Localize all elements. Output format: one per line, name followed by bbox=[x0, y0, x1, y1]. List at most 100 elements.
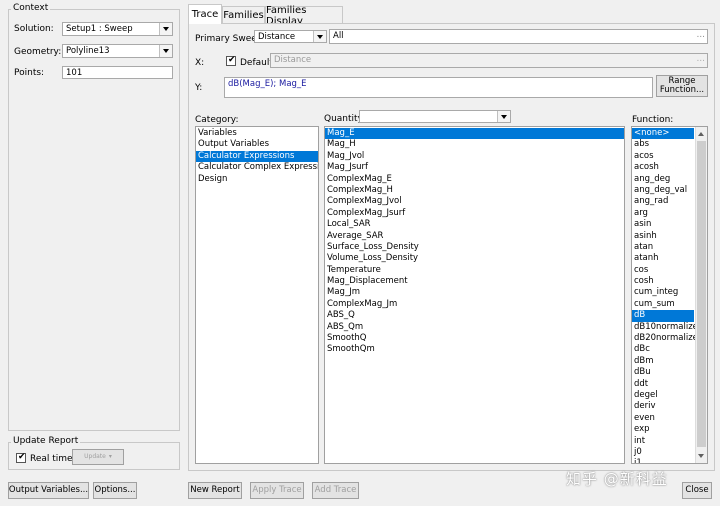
check-icon: ✔ bbox=[228, 55, 236, 65]
scrollbar-thumb[interactable] bbox=[697, 141, 706, 447]
function-item[interactable]: cos bbox=[632, 265, 694, 276]
apply-trace-button: Apply Trace bbox=[250, 482, 304, 499]
function-item[interactable]: cum_integ bbox=[632, 287, 694, 298]
quantity-item[interactable]: Mag_Jm bbox=[325, 287, 624, 298]
function-item[interactable]: <none> bbox=[632, 128, 694, 140]
function-item[interactable]: acos bbox=[632, 151, 694, 162]
function-item[interactable]: cum_sum bbox=[632, 299, 694, 310]
quantity-item[interactable]: Temperature bbox=[325, 265, 624, 276]
scroll-up-icon[interactable] bbox=[696, 129, 707, 139]
function-item[interactable]: abs bbox=[632, 139, 694, 150]
tab-trace[interactable]: Trace bbox=[188, 4, 222, 24]
realtime-checkbox[interactable]: ✔ bbox=[16, 452, 26, 463]
function-item[interactable]: ang_deg_val bbox=[632, 185, 694, 196]
function-item[interactable]: exp bbox=[632, 424, 694, 435]
geometry-value: Polyline13 bbox=[66, 46, 110, 56]
quantity-item[interactable]: ComplexMag_E bbox=[325, 174, 624, 185]
solution-select[interactable]: Setup1 : Sweep bbox=[62, 22, 173, 36]
function-item[interactable]: asinh bbox=[632, 231, 694, 242]
solution-value: Setup1 : Sweep bbox=[66, 24, 133, 34]
function-list[interactable]: <none> abs acos acosh ang_deg ang_deg_val ang_… bbox=[631, 126, 708, 464]
quantity-item[interactable]: ComplexMag_Jsurf bbox=[325, 208, 624, 219]
output-variables-button[interactable]: Output Variables... bbox=[8, 482, 89, 499]
primary-sweep-range-field[interactable]: All … bbox=[329, 29, 708, 44]
quantity-filter-select[interactable] bbox=[359, 110, 511, 123]
function-item[interactable]: dBm bbox=[632, 356, 694, 367]
scroll-down-icon[interactable] bbox=[696, 451, 707, 461]
x-default-checkbox[interactable]: ✔ bbox=[226, 55, 236, 66]
function-item[interactable]: ang_deg bbox=[632, 174, 694, 185]
function-scrollbar[interactable] bbox=[695, 127, 707, 463]
new-report-button[interactable]: New Report bbox=[188, 482, 242, 499]
quantity-item[interactable]: ABS_Q bbox=[325, 310, 624, 321]
category-item[interactable]: Calculator Complex Expressions bbox=[196, 162, 318, 173]
primary-sweep-select[interactable]: Distance bbox=[254, 30, 327, 43]
function-item[interactable]: dBu bbox=[632, 367, 694, 378]
category-item[interactable]: Variables bbox=[196, 128, 318, 139]
function-item[interactable]: atan bbox=[632, 242, 694, 253]
close-button[interactable]: Close bbox=[682, 482, 712, 499]
x-field: Distance … bbox=[270, 53, 708, 68]
quantity-item[interactable]: SmoothQm bbox=[325, 344, 624, 355]
tab-families-display[interactable]: Families Display bbox=[265, 5, 343, 27]
update-button-label: Update bbox=[84, 452, 106, 460]
range-function-button[interactable]: Range Function... bbox=[656, 75, 708, 97]
realtime-label: Real time bbox=[30, 454, 73, 464]
quantity-item[interactable]: Mag_H bbox=[325, 139, 624, 150]
chevron-down-icon bbox=[159, 45, 172, 57]
x-default-label: Default bbox=[240, 58, 273, 68]
function-items: <none> abs acos acosh ang_deg ang_deg_val ang_… bbox=[632, 128, 698, 463]
quantity-item[interactable]: ComplexMag_Jvol bbox=[325, 196, 624, 207]
geometry-select[interactable]: Polyline13 bbox=[62, 44, 173, 58]
category-label: Category: bbox=[195, 115, 239, 125]
function-item[interactable]: degel bbox=[632, 390, 694, 401]
function-item[interactable]: cosh bbox=[632, 276, 694, 287]
category-item[interactable]: Output Variables bbox=[196, 139, 318, 150]
function-item[interactable]: atanh bbox=[632, 253, 694, 264]
range-function-label: Range Function... bbox=[659, 75, 705, 95]
chevron-down-icon bbox=[497, 111, 510, 122]
function-item[interactable]: j0 bbox=[632, 447, 694, 458]
x-label: X: bbox=[195, 58, 205, 68]
function-item[interactable]: asin bbox=[632, 219, 694, 230]
function-item[interactable]: int bbox=[632, 436, 694, 447]
quantity-item[interactable]: ComplexMag_Jm bbox=[325, 299, 624, 310]
y-expression-field[interactable]: dB(Mag_E); Mag_E bbox=[224, 77, 653, 98]
check-icon: ✔ bbox=[18, 452, 26, 462]
category-item[interactable]: Calculator Expressions bbox=[196, 150, 318, 163]
category-list[interactable]: Variables Output Variables Calculator Expr… bbox=[195, 126, 319, 464]
update-button[interactable]: Update ▾ bbox=[72, 449, 124, 465]
chevron-down-icon bbox=[313, 31, 326, 42]
quantity-item[interactable]: ABS_Qm bbox=[325, 322, 624, 333]
points-field[interactable]: 101 bbox=[62, 66, 173, 79]
quantity-item[interactable]: Mag_E bbox=[325, 128, 624, 140]
chevron-down-icon bbox=[159, 23, 172, 35]
primary-sweep-value: Distance bbox=[258, 32, 296, 42]
function-item[interactable]: even bbox=[632, 413, 694, 424]
quantity-item[interactable]: Average_SAR bbox=[325, 231, 624, 242]
function-item[interactable]: dB10normalize bbox=[632, 322, 698, 333]
function-item[interactable]: dB20normalize bbox=[632, 333, 698, 344]
tab-families[interactable]: Families bbox=[222, 6, 265, 24]
function-item[interactable]: acosh bbox=[632, 162, 694, 173]
function-item[interactable]: j1 bbox=[632, 458, 694, 463]
ellipsis-button[interactable]: … bbox=[697, 30, 706, 40]
function-item[interactable]: dBc bbox=[632, 344, 694, 355]
quantity-item[interactable]: Volume_Loss_Density bbox=[325, 253, 624, 264]
quantity-items: Mag_E Mag_H Mag_Jvol Mag_Jsurf ComplexMag_E C… bbox=[325, 128, 624, 356]
quantity-item[interactable]: Mag_Displacement bbox=[325, 276, 624, 287]
function-item[interactable]: deriv bbox=[632, 401, 694, 412]
quantity-item[interactable]: Local_SAR bbox=[325, 219, 624, 230]
function-item[interactable]: ddt bbox=[632, 379, 694, 390]
function-item[interactable]: ang_rad bbox=[632, 196, 694, 207]
quantity-item[interactable]: Surface_Loss_Density bbox=[325, 242, 624, 253]
category-item[interactable]: Design bbox=[196, 174, 318, 185]
quantity-item[interactable]: ComplexMag_H bbox=[325, 185, 624, 196]
quantity-item[interactable]: Mag_Jsurf bbox=[325, 162, 624, 173]
function-item[interactable]: arg bbox=[632, 208, 694, 219]
options-button[interactable]: Options... bbox=[93, 482, 137, 499]
quantity-item[interactable]: Mag_Jvol bbox=[325, 151, 624, 162]
quantity-item[interactable]: SmoothQ bbox=[325, 333, 624, 344]
function-item[interactable]: dB bbox=[632, 310, 694, 322]
quantity-list[interactable]: Mag_E Mag_H Mag_Jvol Mag_Jsurf ComplexMag_E C… bbox=[324, 126, 625, 464]
